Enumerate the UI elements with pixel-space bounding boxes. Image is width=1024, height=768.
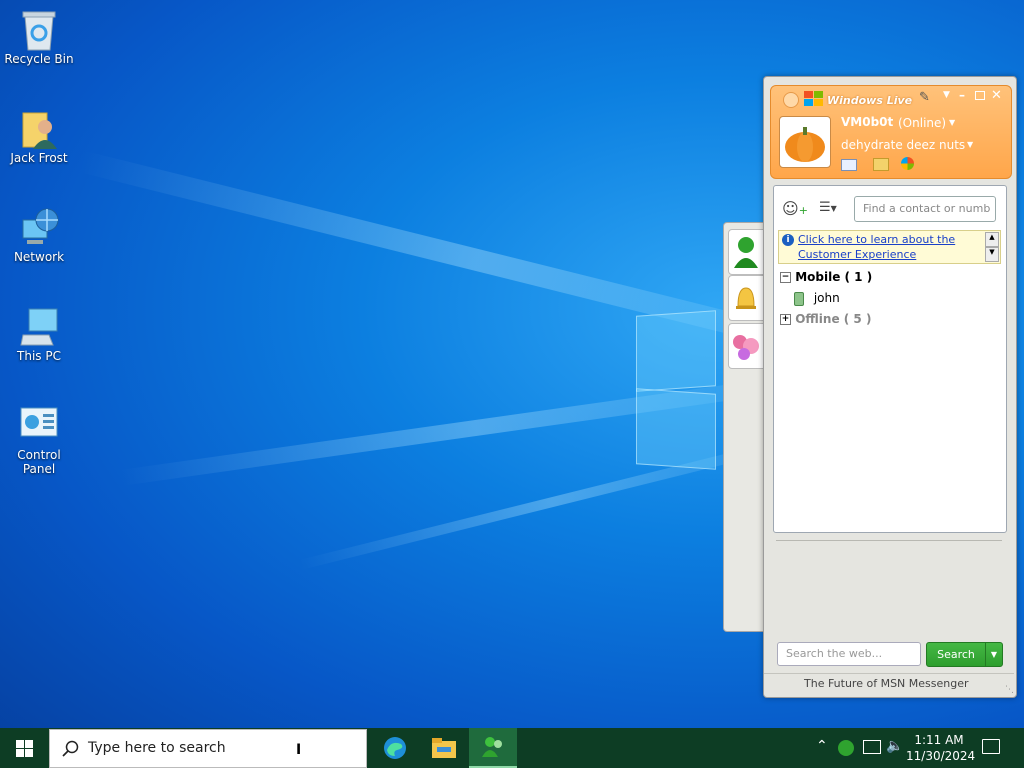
windows-live-logo-icon: [804, 91, 823, 106]
footer-text: The Future of MSN Messenger: [804, 677, 969, 690]
maximize-button[interactable]: [975, 91, 985, 100]
network-icon: [19, 206, 59, 246]
view-options-icon[interactable]: ☰▼: [819, 200, 837, 215]
search-button-label: Search: [937, 648, 975, 661]
web-search-placeholder: Search the web...: [786, 647, 883, 660]
paint-icon[interactable]: ✎: [919, 90, 930, 105]
collapse-icon[interactable]: −: [780, 272, 791, 283]
windows-start-icon: [16, 740, 33, 757]
desktop-icon-network[interactable]: Network: [1, 206, 77, 264]
personal-message-dropdown-icon[interactable]: ▼: [967, 140, 973, 149]
expand-icon[interactable]: +: [780, 314, 791, 325]
messenger-window: Windows Live ✎ ▼ – ✕ VM0b0t (Online) ▼ d…: [763, 76, 1017, 698]
contact-john[interactable]: john: [794, 291, 840, 306]
tab-contacts[interactable]: [728, 229, 764, 275]
avatar[interactable]: [779, 116, 831, 168]
group-name: Offline ( 5 ): [795, 312, 872, 326]
desktop-icon-recycle-bin[interactable]: Recycle Bin: [1, 8, 77, 66]
taskbar-edge-button[interactable]: [374, 728, 416, 768]
volume-icon[interactable]: 🔈: [886, 738, 903, 754]
search-button[interactable]: Search: [926, 642, 986, 667]
control-panel-icon: [19, 404, 59, 444]
find-contact-input[interactable]: Find a contact or number: [854, 196, 996, 222]
file-explorer-icon: [432, 738, 456, 758]
clock-date: 11/30/2024: [906, 749, 976, 763]
desktop-icon-label: Jack Frost: [10, 151, 68, 165]
group-header-mobile[interactable]: − Mobile ( 1 ): [780, 270, 872, 284]
divider: [776, 540, 1002, 541]
tab-social[interactable]: [728, 323, 764, 369]
start-button[interactable]: [0, 728, 48, 768]
add-contact-icon[interactable]: ☺+: [782, 199, 808, 218]
group-header-offline[interactable]: + Offline ( 5 ): [780, 312, 871, 326]
desktop-icon-label: Control Panel: [17, 448, 61, 476]
desktop-icon-this-pc[interactable]: This PC: [1, 305, 77, 363]
taskbar: Type here to search I ⌃ 🔈 1:11 AM 11/30/…: [0, 728, 1024, 768]
personal-message[interactable]: dehydrate deez nuts: [841, 138, 965, 152]
minimize-button[interactable]: –: [959, 88, 965, 102]
mobile-phone-icon: [794, 291, 804, 306]
clock-time: 1:11 AM: [914, 733, 964, 747]
mail-icon[interactable]: [841, 159, 857, 171]
search-icon: [62, 740, 79, 757]
info-banner-link[interactable]: Click here to learn about the Customer E…: [798, 232, 978, 262]
back-icon[interactable]: [783, 92, 799, 108]
desktop-icon-label: Recycle Bin: [4, 52, 74, 66]
brand-title: Windows Live: [827, 94, 913, 107]
messenger-header: Windows Live ✎ ▼ – ✕ VM0b0t (Online) ▼ d…: [770, 85, 1012, 179]
taskbar-messenger-button[interactable]: [469, 728, 517, 768]
taskbar-search-placeholder: Type here to search: [88, 740, 226, 756]
desktop-icon-jack-frost[interactable]: Jack Frost: [1, 107, 77, 165]
web-search-input[interactable]: Search the web...: [777, 642, 921, 666]
contacts-icon: [734, 237, 758, 268]
recycle-bin-icon: [19, 8, 59, 51]
social-icon: [733, 335, 759, 360]
group-name: Mobile ( 1 ): [795, 270, 873, 284]
info-banner[interactable]: i Click here to learn about the Customer…: [778, 230, 1001, 264]
status-text[interactable]: (Online): [898, 116, 946, 130]
desktop-icon-label: This PC: [17, 349, 61, 363]
find-contact-placeholder: Find a contact or number: [863, 202, 991, 215]
bell-icon: [736, 287, 756, 309]
tray-overflow-icon[interactable]: ⌃: [816, 738, 828, 754]
notifications-icon[interactable]: [982, 739, 1000, 754]
contact-name: john: [813, 291, 840, 305]
menu-dropdown-icon[interactable]: ▼: [943, 90, 950, 100]
edge-icon: [384, 737, 406, 759]
tray-messenger-icon[interactable]: [838, 740, 854, 756]
footer-divider: [764, 673, 1014, 674]
tab-alerts[interactable]: [728, 275, 764, 321]
close-button[interactable]: ✕: [991, 88, 1002, 103]
username[interactable]: VM0b0t: [841, 115, 893, 129]
text-cursor-icon: I: [296, 742, 302, 758]
pumpkin-icon: [785, 127, 825, 162]
network-status-icon[interactable]: [863, 740, 881, 754]
contact-list-panel: ☺+ ☰▼ Find a contact or number i Click h…: [773, 185, 1007, 533]
taskbar-explorer-button[interactable]: [422, 728, 464, 768]
windows-live-services-icon[interactable]: [901, 157, 914, 170]
user-folder-icon: [19, 107, 59, 149]
desktop-icon-control-panel[interactable]: Control Panel: [1, 404, 77, 476]
taskbar-search-box[interactable]: Type here to search I: [49, 729, 367, 768]
logo-pane: [636, 388, 716, 470]
messenger-sidebar: [723, 222, 764, 632]
info-icon: i: [782, 234, 794, 246]
clock[interactable]: 1:11 AM 11/30/2024: [906, 732, 976, 764]
status-dropdown-icon[interactable]: ▼: [949, 118, 955, 127]
desktop-icon-label: Network: [13, 250, 65, 264]
search-dropdown-button[interactable]: ▼: [985, 642, 1003, 667]
logo-pane: [636, 310, 716, 392]
banner-scroll-down[interactable]: ▼: [985, 247, 999, 262]
folder-icon[interactable]: [873, 158, 889, 171]
computer-icon: [19, 305, 59, 346]
banner-scroll-up[interactable]: ▲: [985, 232, 999, 247]
messenger-icon: [482, 737, 502, 757]
resize-grip-icon[interactable]: ⋱: [1005, 685, 1014, 695]
